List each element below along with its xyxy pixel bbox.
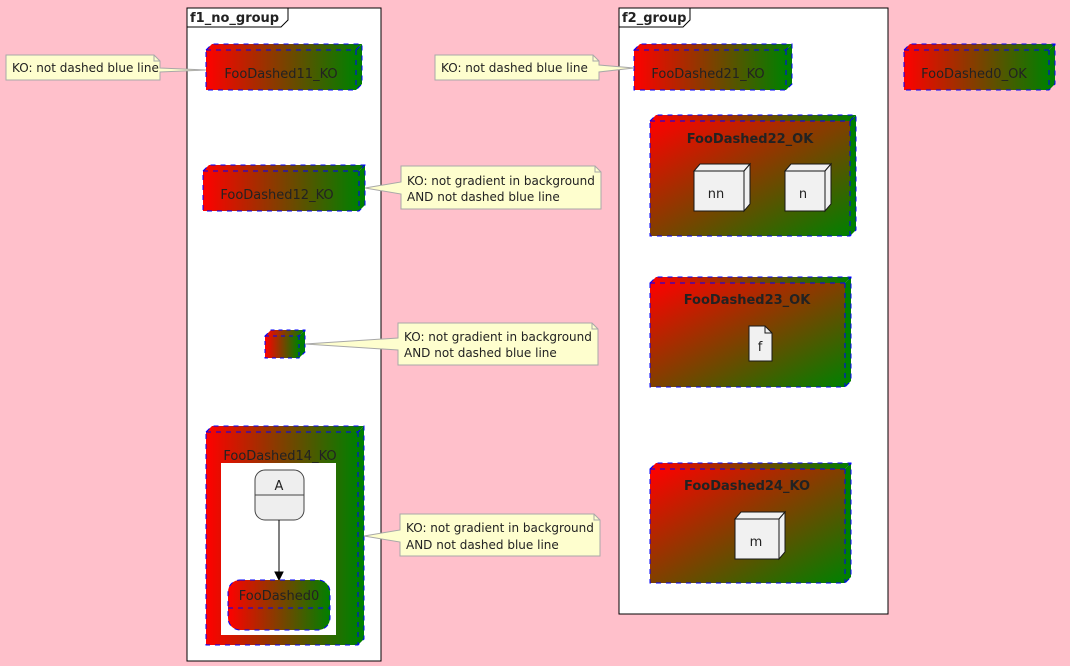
state-foodashed0[interactable]: FooDashed0 <box>227 579 331 631</box>
node-foodashed23-label: FooDashed23_OK <box>684 293 812 308</box>
node-foodashed0-label: FooDashed0_OK <box>921 67 1027 82</box>
frame-f2-title: f2_group <box>622 11 686 26</box>
node-foodashed13-small[interactable] <box>264 329 306 359</box>
node-nn[interactable]: nn <box>692 162 752 213</box>
node-m-label: m <box>750 535 763 550</box>
note-12[interactable]: KO: not gradient in background AND not d… <box>364 165 602 210</box>
node-foodashed24-label: FooDashed24_KO <box>684 479 810 494</box>
note-11[interactable]: KO: not dashed blue line <box>5 54 207 81</box>
note-21-line-1: KO: not dashed blue line <box>441 61 588 75</box>
node-foodashed12-ko[interactable]: FooDashed12_KO <box>202 164 366 212</box>
node-foodashed11-ko[interactable]: FooDashed11_KO <box>205 43 363 91</box>
node-foodashed0-ok[interactable]: FooDashed0_OK <box>903 43 1056 91</box>
node-n-label: n <box>799 187 807 202</box>
note-21[interactable]: KO: not dashed blue line <box>434 54 635 81</box>
node-foodashed21-label: FooDashed21_KO <box>651 67 764 82</box>
note-13-line-2: AND not dashed blue line <box>404 346 557 360</box>
node-foodashed14-label: FooDashed14_KO <box>223 449 336 464</box>
note-12-line-1: KO: not gradient in background <box>407 174 595 188</box>
note-14[interactable]: KO: not gradient in background AND not d… <box>363 513 601 557</box>
deployment-diagram: f1_no_group f2_group FooDashed11_KO FooD… <box>5 7 1056 662</box>
frame-f1-title: f1_no_group <box>190 11 279 26</box>
node-foodashed23-ok[interactable]: FooDashed23_OK f <box>649 276 852 388</box>
note-12-line-2: AND not dashed blue line <box>407 190 560 204</box>
note-13-line-1: KO: not gradient in background <box>404 330 592 344</box>
node-foodashed21-ko[interactable]: FooDashed21_KO <box>633 43 793 91</box>
node-foodashed14-ko[interactable]: FooDashed14_KO A FooDashed0 <box>205 425 365 646</box>
file-f-label: f <box>758 340 763 355</box>
state-foodashed0-label: FooDashed0 <box>239 589 319 604</box>
node-nn-label: nn <box>708 187 724 202</box>
node-foodashed12-label: FooDashed12_KO <box>220 188 333 203</box>
note-14-line-1: KO: not gradient in background <box>406 521 594 535</box>
state-a[interactable]: A <box>254 469 305 521</box>
node-foodashed22-ok[interactable]: FooDashed22_OK nn n <box>649 114 857 237</box>
note-11-line-1: KO: not dashed blue line <box>12 61 159 75</box>
node-foodashed22-label: FooDashed22_OK <box>687 132 815 147</box>
node-n[interactable]: n <box>783 162 833 213</box>
note-14-line-2: AND not dashed blue line <box>406 538 559 552</box>
state-a-label: A <box>275 479 284 494</box>
node-foodashed24-ko[interactable]: FooDashed24_KO m <box>649 462 852 584</box>
node-m[interactable]: m <box>733 510 787 561</box>
file-f[interactable]: f <box>748 325 773 362</box>
node-foodashed11-label: FooDashed11_KO <box>224 67 337 82</box>
